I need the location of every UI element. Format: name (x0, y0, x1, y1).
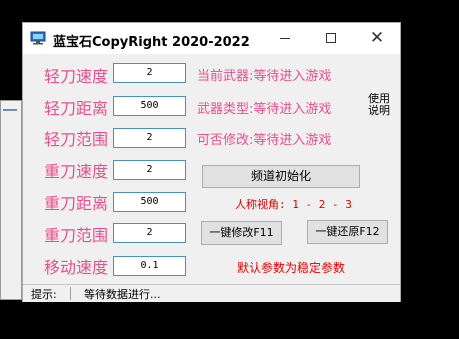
close-icon: ✕ (369, 28, 385, 48)
weapon-type-text: 武器类型:等待进入游戏 (197, 102, 332, 117)
channel-init-button[interactable]: 频道初始化 (202, 165, 360, 188)
light-blade-range-input[interactable]: 2 (113, 128, 186, 148)
status-separator (70, 287, 71, 300)
default-params-note: 默认参数为稳定参数 (237, 261, 346, 275)
background-window (0, 100, 22, 300)
light-blade-speed-input[interactable]: 2 (113, 63, 186, 83)
title-bar[interactable]: 蓝宝石CopyRight 2020-2022 ✕ (23, 23, 400, 54)
heavy-blade-speed-label: 重刀速度 (44, 162, 109, 181)
current-weapon-text: 当前武器:等待进入游戏 (197, 69, 332, 84)
help-line-2: 说明 (368, 104, 390, 117)
light-blade-range-label: 轻刀范围 (44, 130, 109, 149)
minimize-icon (280, 38, 290, 39)
window-title: 蓝宝石CopyRight 2020-2022 (53, 35, 250, 50)
help-instructions-link[interactable]: 使用 说明 (367, 93, 391, 117)
heavy-blade-distance-input[interactable]: 500 (113, 192, 186, 212)
move-speed-label: 移动速度 (44, 258, 109, 277)
heavy-blade-range-input[interactable]: 2 (113, 223, 186, 243)
minimize-button[interactable] (262, 23, 308, 54)
heavy-blade-range-label: 重刀范围 (44, 226, 109, 245)
view-mode-text: 人称视角: 1 - 2 - 3 (235, 198, 352, 211)
maximize-icon (326, 33, 336, 43)
light-blade-distance-input[interactable]: 500 (113, 96, 186, 116)
one-click-modify-button[interactable]: 一键修改F11 (201, 221, 282, 245)
modifiable-text: 可否修改:等待进入游戏 (197, 133, 332, 148)
light-blade-distance-label: 轻刀距离 (44, 99, 109, 118)
maximize-button[interactable] (308, 23, 354, 54)
monitor-icon (30, 31, 46, 45)
heavy-blade-speed-input[interactable]: 2 (113, 160, 186, 180)
status-label: 提示: (31, 288, 57, 301)
main-window: 蓝宝石CopyRight 2020-2022 ✕ 轻刀速度 2 轻刀距离 500… (22, 22, 401, 302)
status-bar: 提示: 等待数据进行... (23, 284, 400, 302)
status-text: 等待数据进行... (84, 288, 161, 301)
background-window-titlebar (3, 109, 17, 121)
move-speed-input[interactable]: 0.1 (113, 256, 186, 276)
close-button[interactable]: ✕ (354, 23, 400, 54)
light-blade-speed-label: 轻刀速度 (44, 67, 109, 86)
one-click-restore-button[interactable]: 一键还原F12 (307, 220, 388, 244)
heavy-blade-distance-label: 重刀距离 (44, 194, 109, 213)
